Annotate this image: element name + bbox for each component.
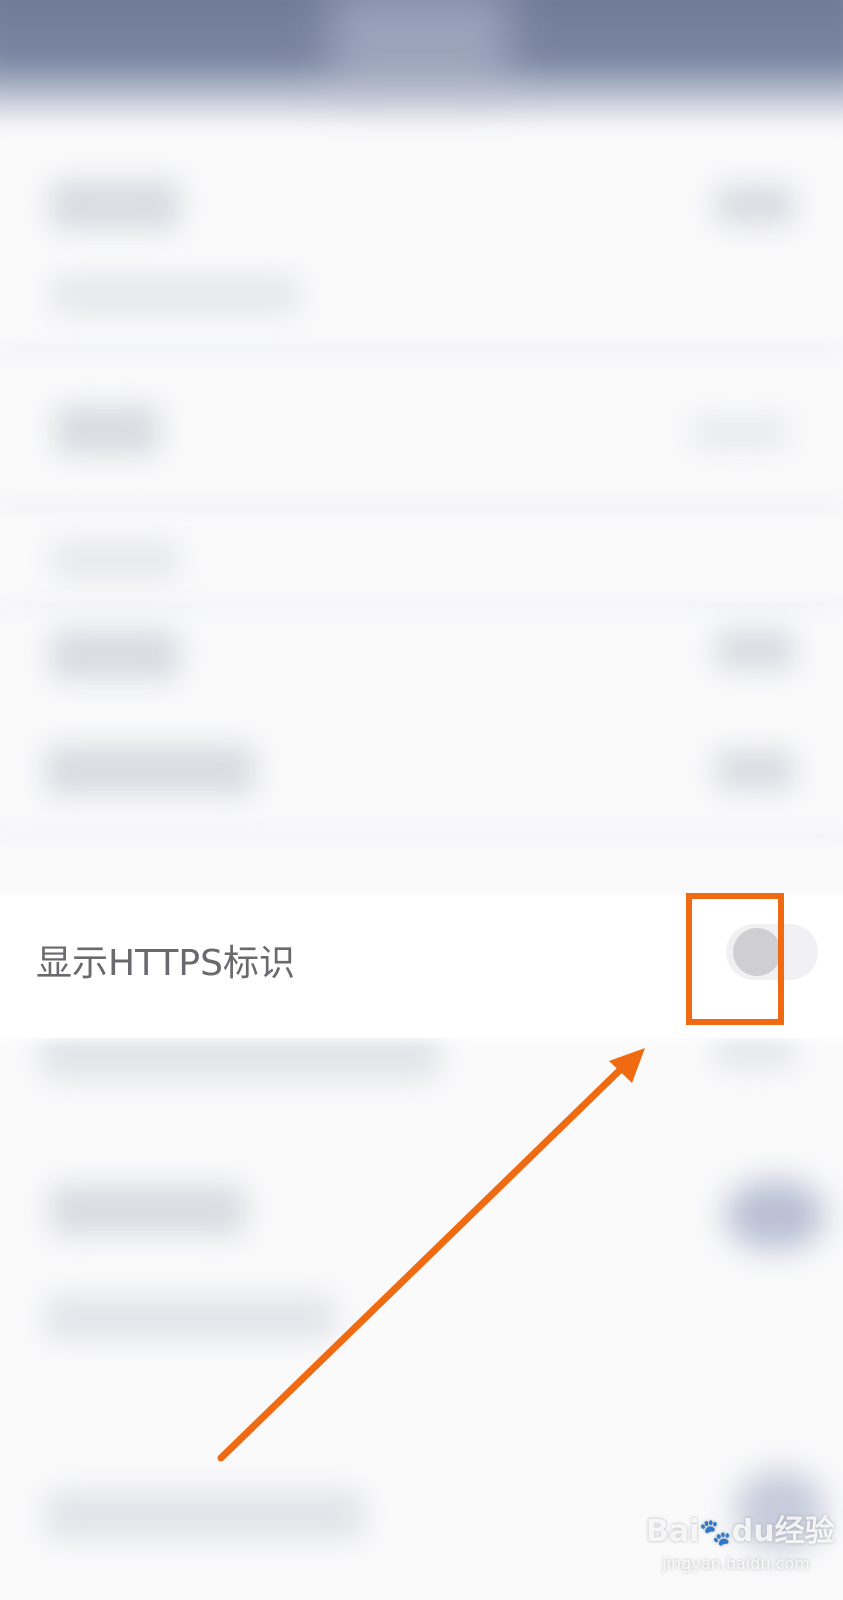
watermark-brand: Bai🐾du经验 — [646, 1512, 835, 1553]
blurred-setting-label — [50, 630, 180, 680]
annotation-highlight-box — [686, 893, 784, 1025]
blurred-setting-label — [55, 405, 160, 455]
blurred-setting-label — [45, 1295, 335, 1340]
blurred-setting-value — [690, 415, 790, 450]
baidu-jingyan-watermark: Bai🐾du经验 jingyan.baidu.com — [646, 1512, 835, 1592]
blurred-toggle-on — [725, 1180, 825, 1250]
blurred-settings-background — [0, 0, 843, 1600]
blurred-setting-value — [715, 185, 795, 225]
blurred-divider — [0, 830, 843, 840]
watermark-brand-prefix: Bai — [646, 1514, 700, 1549]
blurred-setting-label — [45, 1490, 365, 1540]
blurred-setting-value — [715, 750, 795, 790]
blurred-setting-label — [45, 745, 255, 795]
blurred-setting-label — [50, 180, 180, 230]
blurred-setting-value — [715, 630, 795, 670]
blurred-setting-label — [50, 540, 180, 580]
watermark-product: 经验 — [774, 1514, 835, 1549]
blurred-setting-label — [50, 1185, 245, 1235]
row-bottom-fade — [0, 1028, 843, 1048]
blurred-setting-sublabel — [50, 275, 300, 315]
watermark-brand-suffix: du — [731, 1514, 775, 1549]
watermark-url: jingyan.baidu.com — [662, 1554, 810, 1573]
paw-icon: 🐾 — [699, 1518, 732, 1548]
https-indicator-label: 显示HTTPS标识 — [36, 943, 295, 984]
blurred-divider — [0, 345, 843, 355]
blurred-title-highlight — [330, 0, 510, 90]
blurred-divider — [0, 500, 843, 510]
blurred-divider — [0, 600, 843, 610]
